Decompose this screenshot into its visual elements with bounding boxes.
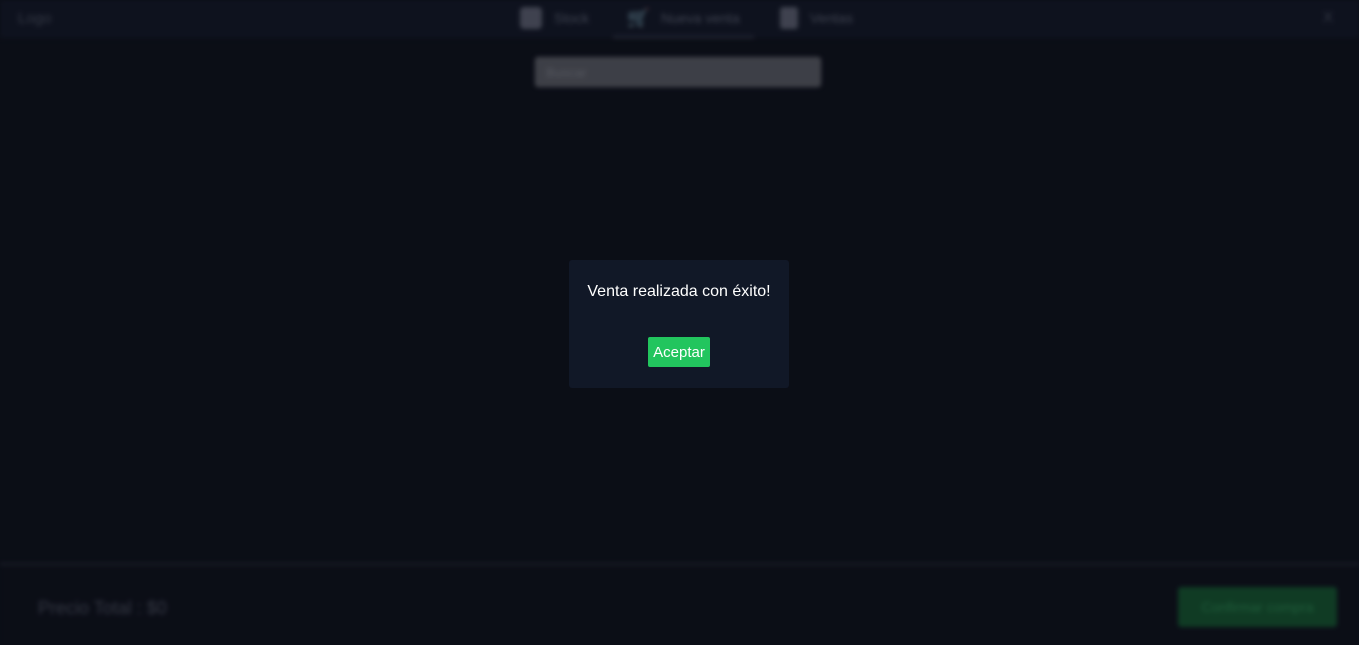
dialog-message: Venta realizada con éxito! (587, 283, 771, 300)
accept-button[interactable]: Aceptar (648, 337, 710, 367)
app-window: Logo Stock 🛒 Nueva venta Ventas X Precio… (0, 0, 1359, 645)
success-dialog: Venta realizada con éxito! Aceptar (569, 260, 789, 388)
